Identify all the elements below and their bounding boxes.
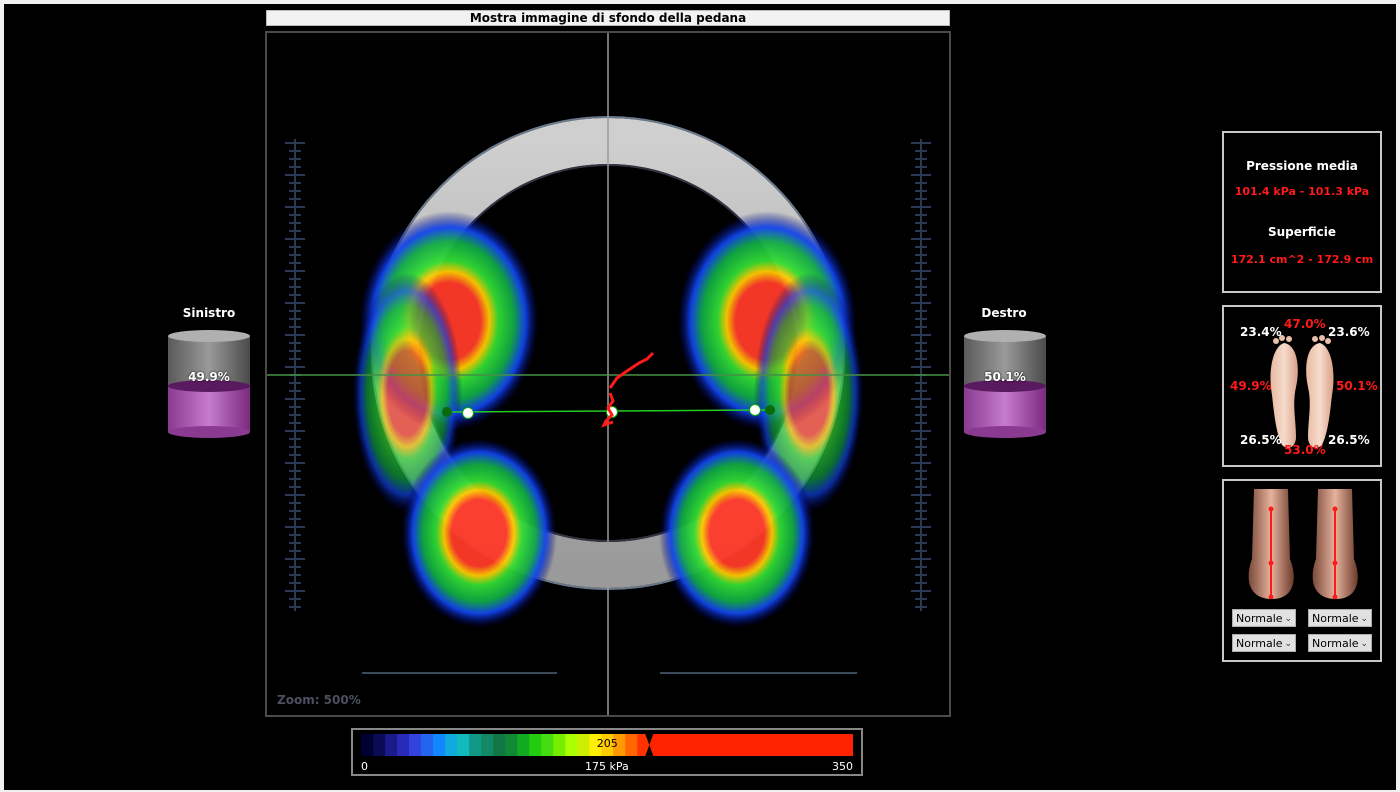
scale-band bbox=[529, 734, 542, 756]
sway-trace bbox=[601, 351, 655, 428]
posture-select-left-bottom[interactable]: Normale ⌄ bbox=[1232, 634, 1296, 652]
chevron-down-icon: ⌄ bbox=[1284, 639, 1292, 649]
pressure-title: Pressione media bbox=[1246, 159, 1358, 173]
posture-panel: Normale ⌄ Normale ⌄ Normale ⌄ Normale ⌄ bbox=[1222, 479, 1382, 662]
right-rear-pct: 26.5% bbox=[1328, 433, 1370, 447]
scale-mid-label: 175 kPa bbox=[585, 760, 629, 773]
left-load-cylinder: 49.9% bbox=[167, 328, 251, 440]
scale-max-label: 350 bbox=[832, 760, 853, 773]
left-total-pct: 49.9% bbox=[1230, 379, 1272, 393]
scale-band bbox=[433, 734, 446, 756]
scale-band bbox=[385, 734, 398, 756]
right-load-value: 50.1% bbox=[984, 370, 1026, 384]
rear-total-pct: 53.0% bbox=[1284, 443, 1326, 457]
scale-band bbox=[493, 734, 506, 756]
scale-marker-value: 205 bbox=[597, 737, 618, 750]
scale-band bbox=[541, 734, 554, 756]
left-rear-pct: 26.5% bbox=[1240, 433, 1282, 447]
pressure-value: 101.4 kPa - 101.3 kPa bbox=[1234, 185, 1370, 198]
scale-band bbox=[625, 734, 638, 756]
stats-panel: Pressione media 101.4 kPa - 101.3 kPa Su… bbox=[1222, 131, 1382, 293]
scale-band bbox=[373, 734, 386, 756]
right-foot-heatmap bbox=[659, 211, 864, 628]
right-front-pct: 23.6% bbox=[1328, 325, 1370, 339]
select-value: Normale bbox=[1312, 637, 1359, 650]
scale-band bbox=[457, 734, 470, 756]
chevron-down-icon: ⌄ bbox=[1284, 614, 1292, 624]
chevron-down-icon: ⌄ bbox=[1360, 639, 1368, 649]
heel-leg-icon bbox=[1248, 489, 1358, 599]
left-front-pct: 23.4% bbox=[1240, 325, 1282, 339]
posture-select-right-top[interactable]: Normale ⌄ bbox=[1308, 609, 1372, 627]
left-foot-heatmap bbox=[352, 211, 557, 628]
select-value: Normale bbox=[1236, 637, 1283, 650]
scale-min-label: 0 bbox=[361, 760, 368, 773]
front-total-pct: 47.0% bbox=[1284, 317, 1326, 331]
scale-band bbox=[553, 734, 566, 756]
scale-band bbox=[517, 734, 530, 756]
pressure-map bbox=[267, 33, 949, 715]
surface-title: Superficie bbox=[1267, 225, 1337, 239]
pressure-plate-view[interactable]: Zoom: 500% bbox=[265, 31, 951, 717]
zoom-label: Zoom: 500% bbox=[277, 693, 361, 707]
surface-value: 172.1 cm^2 - 172.9 cm bbox=[1230, 253, 1374, 266]
scale-band bbox=[409, 734, 422, 756]
background-toggle-bar[interactable]: Mostra immagine di sfondo della pedana bbox=[266, 10, 950, 26]
scale-band bbox=[577, 734, 590, 756]
select-value: Normale bbox=[1312, 612, 1359, 625]
select-value: Normale bbox=[1236, 612, 1283, 625]
scale-band bbox=[469, 734, 482, 756]
right-load-cylinder: 50.1% bbox=[963, 328, 1047, 440]
posture-select-left-top[interactable]: Normale ⌄ bbox=[1232, 609, 1296, 627]
scale-band bbox=[397, 734, 410, 756]
scale-band-saturated bbox=[649, 734, 853, 756]
scale-band bbox=[505, 734, 518, 756]
scale-band bbox=[445, 734, 458, 756]
scale-band bbox=[421, 734, 434, 756]
posture-select-right-bottom[interactable]: Normale ⌄ bbox=[1308, 634, 1372, 652]
app-window: Mostra immagine di sfondo della pedana Z… bbox=[4, 4, 1396, 790]
scale-band bbox=[481, 734, 494, 756]
right-side-label: Destro bbox=[981, 306, 1027, 320]
scale-band bbox=[565, 734, 578, 756]
pressure-color-scale[interactable]: 205 0 175 kPa 350 bbox=[351, 728, 863, 776]
foot-distribution-panel: 23.4% 47.0% 23.6% 49.9% 50.1% 26.5% 53.0… bbox=[1222, 305, 1382, 467]
left-side-label: Sinistro bbox=[182, 306, 236, 320]
chevron-down-icon: ⌄ bbox=[1360, 614, 1368, 624]
left-load-value: 49.9% bbox=[188, 370, 230, 384]
scale-band bbox=[361, 734, 374, 756]
right-total-pct: 50.1% bbox=[1336, 379, 1378, 393]
